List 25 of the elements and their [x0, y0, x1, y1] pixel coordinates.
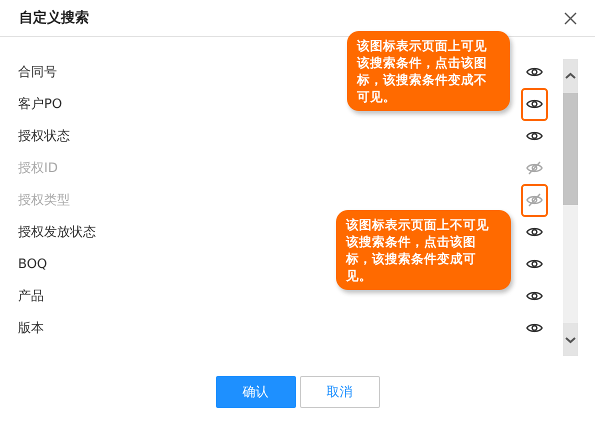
field-label: 产品 — [18, 288, 44, 305]
field-label: 授权ID — [18, 160, 58, 177]
dialog-title: 自定义搜索 — [19, 9, 89, 27]
confirm-button[interactable]: 确认 — [216, 376, 296, 408]
eye-icon[interactable] — [526, 130, 543, 142]
scroll-down-icon[interactable] — [563, 323, 578, 356]
scrollbar[interactable] — [563, 59, 578, 356]
close-icon[interactable] — [564, 12, 577, 24]
eye-icon[interactable] — [526, 66, 543, 78]
callout-note: 该图标表示页面上可见该搜索条件，点击该图标，该搜索条件变成不可见。 — [347, 31, 510, 111]
callout-note: 该图标表示页面上不可见该搜索条件，点击该图标，该搜索条件变成可见。 — [336, 210, 511, 290]
field-label: 授权发放状态 — [18, 224, 96, 241]
field-label: 客户PO — [18, 96, 62, 113]
eye-icon[interactable] — [526, 322, 543, 334]
field-label: BOQ — [18, 256, 48, 272]
field-label: 版本 — [18, 320, 44, 337]
eye-icon[interactable] — [526, 226, 543, 238]
field-label: 授权类型 — [18, 192, 70, 209]
cancel-button[interactable]: 取消 — [300, 376, 380, 408]
scroll-up-icon[interactable] — [563, 59, 578, 93]
eye-icon[interactable] — [526, 290, 543, 302]
eye-icon[interactable] — [526, 98, 543, 110]
field-label: 合同号 — [18, 64, 57, 81]
eye-icon[interactable] — [526, 258, 543, 270]
field-label: 授权状态 — [18, 128, 70, 145]
